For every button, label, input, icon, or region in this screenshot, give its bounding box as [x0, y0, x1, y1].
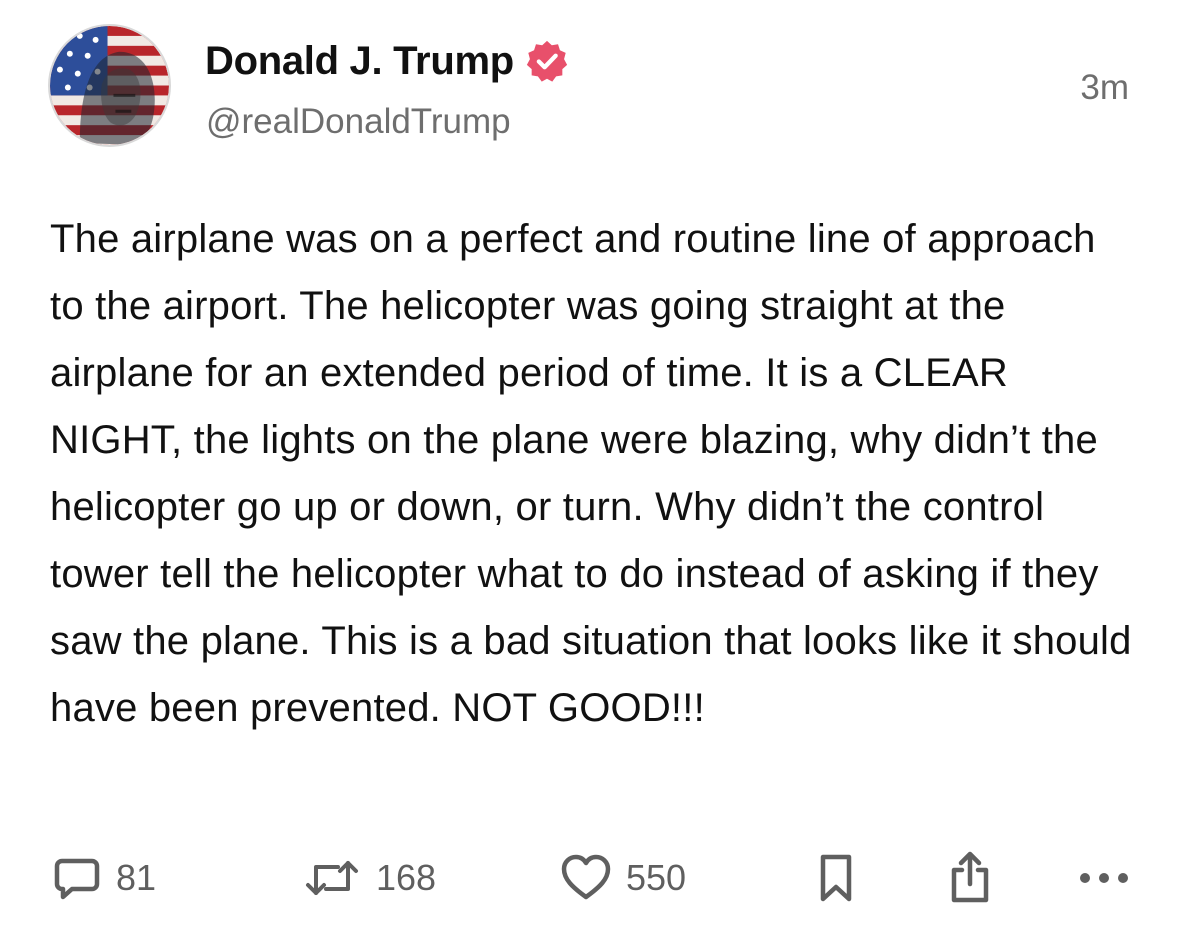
like-count: 550 — [626, 857, 687, 898]
reply-icon — [54, 858, 100, 900]
repost-icon — [306, 861, 358, 895]
like-button[interactable]: 550 — [560, 848, 686, 908]
share-button[interactable] — [945, 848, 995, 908]
heart-icon — [561, 854, 611, 900]
action-bar: 81 168 550 — [52, 848, 1131, 908]
author-row: Donald J. Trump — [205, 38, 570, 84]
bookmark-button[interactable] — [814, 848, 858, 908]
more-button[interactable] — [1077, 848, 1131, 908]
repost-count: 168 — [376, 857, 437, 898]
reply-count: 81 — [116, 857, 157, 898]
flag-portrait-avatar — [50, 26, 169, 145]
repost-button[interactable]: 168 — [302, 848, 436, 908]
share-icon — [951, 851, 989, 903]
display-name[interactable]: Donald J. Trump — [205, 39, 514, 84]
handle[interactable]: @realDonaldTrump — [206, 102, 511, 142]
reply-button[interactable]: 81 — [52, 848, 156, 908]
bookmark-icon — [820, 854, 852, 902]
more-icon — [1080, 873, 1128, 883]
post-text: The airplane was on a perfect and routin… — [50, 217, 1132, 730]
verified-badge-icon — [524, 38, 570, 84]
avatar[interactable] — [48, 24, 171, 147]
timestamp[interactable]: 3m — [1080, 68, 1129, 108]
post-card: Donald J. Trump @realDonaldTrump 3m The … — [0, 0, 1179, 940]
